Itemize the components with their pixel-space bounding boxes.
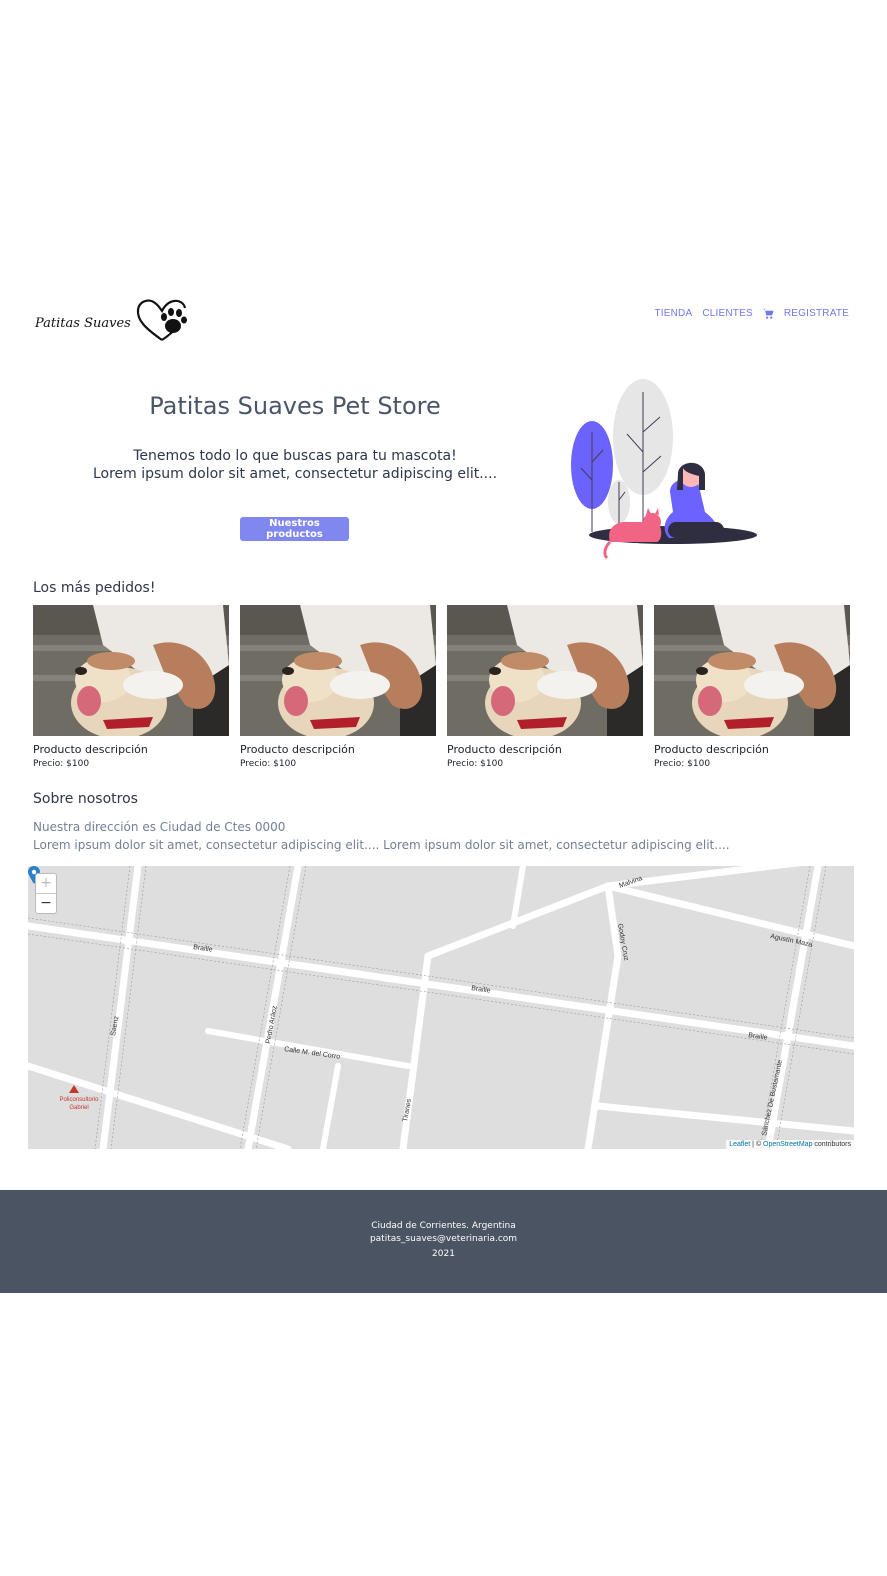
site-header: Patitas Suaves TIENDA CLIENTES REGISTRAT… [0, 290, 887, 346]
nav-clients-link[interactable]: CLIENTES [702, 308, 753, 319]
product-name: Producto descripción [240, 743, 355, 756]
hospital-icon [69, 1085, 79, 1093]
product-price: Precio: $100 [240, 759, 297, 769]
map-tiles[interactable]: Braille Braille Braille Malvina Godoy Cr… [28, 866, 854, 1149]
product-grid: Producto descripción Precio: $100 Produc… [33, 605, 850, 769]
location-map[interactable]: Braille Braille Braille Malvina Godoy Cr… [28, 866, 854, 1149]
product-name: Producto descripción [447, 743, 562, 756]
footer-email[interactable]: patitas_suaves@veterinaria.com [0, 1233, 887, 1246]
product-name: Producto descripción [654, 743, 769, 756]
footer-year: 2021 [432, 1249, 455, 1259]
zoom-out-button[interactable]: − [36, 894, 56, 913]
attribution-separator: | © [750, 1141, 764, 1148]
hero-illustration [571, 379, 757, 560]
product-image[interactable] [654, 605, 850, 736]
product-price: Precio: $100 [33, 759, 90, 769]
featured-title: Los más pedidos! [33, 580, 156, 596]
map-attribution: Leaflet | © OpenStreetMap contributors [726, 1140, 854, 1149]
street-label: Braille [748, 1032, 768, 1042]
site-footer: Ciudad de Corrientes. Argentina patitas_… [0, 1190, 887, 1293]
map-zoom-control: + − [35, 873, 57, 914]
poi-label: Policonsultorio [59, 1097, 99, 1103]
product-price: Precio: $100 [654, 759, 711, 769]
product-price: Precio: $100 [447, 759, 504, 769]
footer-content: Ciudad de Corrientes. Argentina patitas_… [0, 1220, 887, 1261]
nav-store-link[interactable]: TIENDA [654, 308, 692, 319]
brand-logo[interactable]: Patitas Suaves [35, 296, 195, 342]
about-title: Sobre nosotros [33, 791, 138, 807]
hero-subtitle-line1: Tenemos todo lo que buscas para tu masco… [133, 448, 457, 464]
our-products-button[interactable]: Nuestros productos [240, 517, 349, 541]
logo-text: Patitas Suaves [35, 316, 131, 331]
osm-link[interactable]: OpenStreetMap [763, 1141, 812, 1148]
poi-label: Gabriel [69, 1105, 88, 1111]
main-nav: TIENDA CLIENTES REGISTRATE [654, 308, 849, 319]
about-text: Nuestra dirección es Ciudad de Ctes 0000… [33, 818, 730, 854]
zoom-in-button[interactable]: + [36, 874, 56, 893]
hero-subtitle: Tenemos todo lo que buscas para tu masco… [60, 447, 530, 483]
footer-city: Ciudad de Corrientes. Argentina [371, 1221, 516, 1231]
hero-title: Patitas Suaves Pet Store [149, 392, 441, 420]
product-card[interactable]: Producto descripción Precio: $100 [240, 605, 436, 769]
cart-icon[interactable] [762, 308, 774, 319]
product-image[interactable] [447, 605, 643, 736]
leaflet-link[interactable]: Leaflet [729, 1141, 750, 1148]
heart-paw-icon [136, 299, 187, 341]
about-address: Nuestra dirección es Ciudad de Ctes 0000 [33, 820, 286, 834]
product-image[interactable] [240, 605, 436, 736]
product-card[interactable]: Producto descripción Precio: $100 [447, 605, 643, 769]
product-image[interactable] [33, 605, 229, 736]
about-description: Lorem ipsum dolor sit amet, consectetur … [33, 838, 730, 852]
attribution-suffix: contributors [812, 1141, 851, 1148]
street-label: Malvina [618, 875, 643, 890]
hero-subtitle-line2: Lorem ipsum dolor sit amet, consectetur … [92, 466, 498, 482]
nav-register-link[interactable]: REGISTRATE [784, 308, 849, 319]
product-card[interactable]: Producto descripción Precio: $100 [654, 605, 850, 769]
product-name: Producto descripción [33, 743, 148, 756]
product-card[interactable]: Producto descripción Precio: $100 [33, 605, 229, 769]
